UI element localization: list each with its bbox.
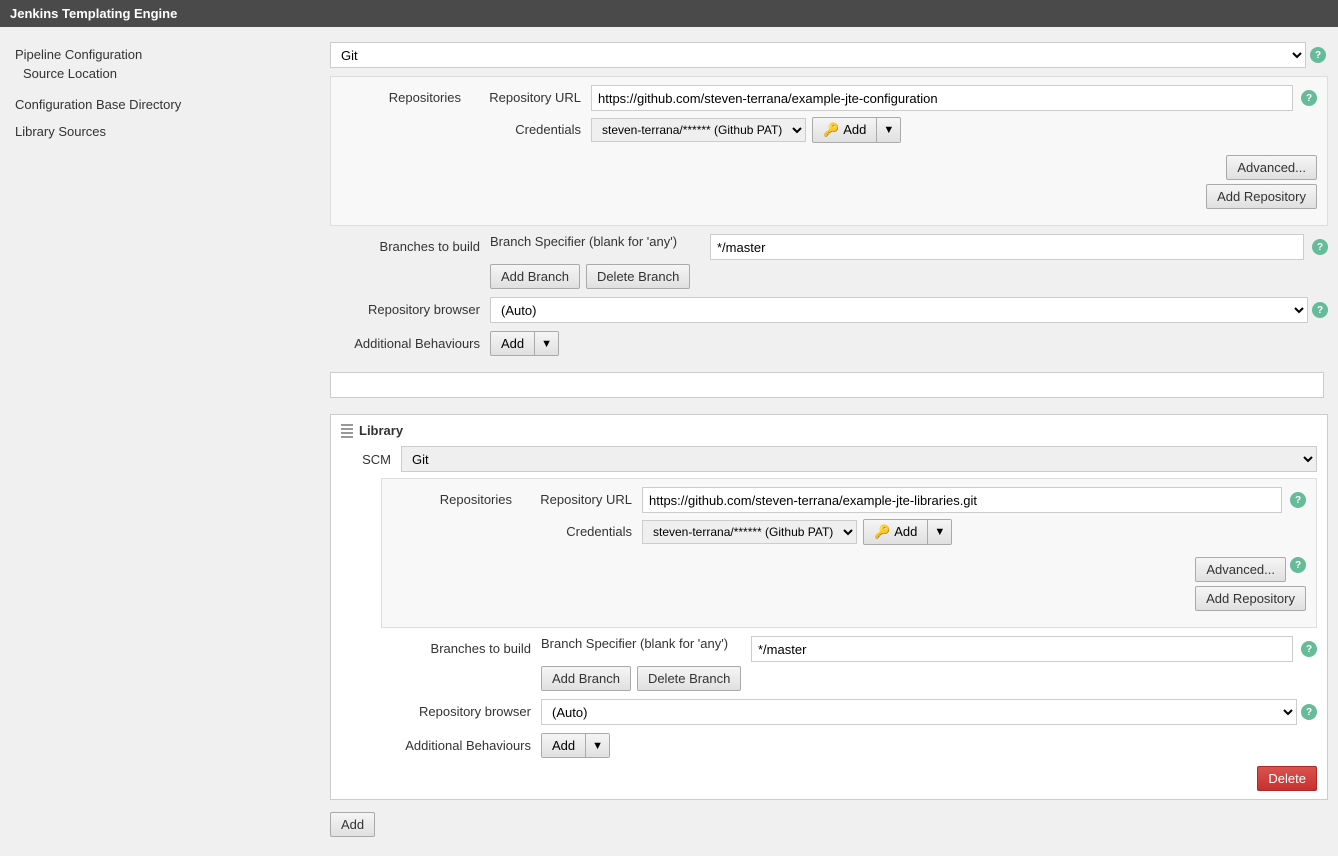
branch-specifier-help-icon[interactable]: ?	[1312, 239, 1328, 255]
lib-add-behaviour-main-button[interactable]: Add	[542, 734, 586, 757]
scm-select[interactable]: Git	[401, 446, 1317, 472]
repo-url-label: Repository URL	[471, 85, 591, 105]
add-footer-button[interactable]: Add	[330, 812, 375, 837]
branch-specifier-input[interactable]: */master	[710, 234, 1304, 260]
lib-credentials-label: Credentials	[522, 519, 642, 539]
add-branch-button[interactable]: Add Branch	[490, 264, 580, 289]
delete-branch-button[interactable]: Delete Branch	[586, 264, 690, 289]
lib-repositories-label: Repositories	[392, 487, 522, 507]
pipeline-config-label: Pipeline Configuration	[15, 47, 305, 62]
repositories-section-label: Repositories	[341, 85, 471, 105]
repo-url-help-icon[interactable]: ?	[1301, 90, 1317, 106]
lib-repo-browser-label: Repository browser	[381, 699, 541, 719]
add-credentials-arrow-button[interactable]: ▼	[877, 118, 900, 142]
lib-branch-specifier-input[interactable]: */master	[751, 636, 1293, 662]
source-type-help-icon[interactable]: ?	[1310, 47, 1326, 63]
lib-credentials-select[interactable]: steven-terrana/****** (Github PAT)	[642, 520, 857, 544]
lib-additional-behaviours-label: Additional Behaviours	[381, 733, 541, 753]
add-behaviour-split-button[interactable]: Add ▼	[490, 331, 559, 356]
branches-to-build-label: Branches to build	[330, 234, 490, 254]
lib-repo-url-label: Repository URL	[522, 487, 642, 507]
source-location-label: Source Location	[23, 66, 305, 81]
credentials-select[interactable]: steven-terrana/****** (Github PAT)	[591, 118, 806, 142]
lib-branch-specifier-help-icon[interactable]: ?	[1301, 641, 1317, 657]
add-behaviour-main-button[interactable]: Add	[491, 332, 535, 355]
lib-repo-browser-select[interactable]: (Auto)	[541, 699, 1297, 725]
add-credentials-main-button[interactable]: 🔑Add	[813, 118, 877, 142]
source-type-select[interactable]: Git	[330, 42, 1306, 68]
repo-browser-label: Repository browser	[330, 297, 490, 317]
drag-handle-icon[interactable]	[341, 424, 353, 438]
config-base-dir-label: Configuration Base Directory	[15, 97, 305, 112]
title-bar: Jenkins Templating Engine	[0, 0, 1338, 27]
library-label: Library	[359, 423, 403, 438]
lib-add-credentials-arrow-button[interactable]: ▼	[928, 520, 951, 544]
lib-branch-specifier-label: Branch Specifier (blank for 'any')	[541, 636, 728, 651]
branch-specifier-label: Branch Specifier (blank for 'any')	[490, 234, 677, 249]
app-title: Jenkins Templating Engine	[10, 6, 177, 21]
add-credentials-split-button[interactable]: 🔑Add ▼	[812, 117, 901, 143]
add-behaviour-arrow-button[interactable]: ▼	[535, 332, 558, 355]
lib-advanced-button[interactable]: Advanced...	[1195, 557, 1286, 582]
lib-add-repository-button[interactable]: Add Repository	[1195, 586, 1306, 611]
lib-repo-url-input[interactable]: https://github.com/steven-terrana/exampl…	[642, 487, 1282, 513]
credentials-label: Credentials	[471, 117, 591, 137]
lib-advanced-help-icon[interactable]: ?	[1290, 557, 1306, 573]
lib-add-credentials-split-button[interactable]: 🔑Add ▼	[863, 519, 952, 545]
add-repository-button[interactable]: Add Repository	[1206, 184, 1317, 209]
lib-add-branch-button[interactable]: Add Branch	[541, 666, 631, 691]
lib-repo-url-help-icon[interactable]: ?	[1290, 492, 1306, 508]
repo-url-input[interactable]: https://github.com/steven-terrana/exampl…	[591, 85, 1293, 111]
repo-browser-select[interactable]: (Auto)	[490, 297, 1308, 323]
lib-repo-browser-help-icon[interactable]: ?	[1301, 704, 1317, 720]
lib-branches-to-build-label: Branches to build	[381, 636, 541, 656]
lib-delete-button[interactable]: Delete	[1257, 766, 1317, 791]
repo-browser-help-icon[interactable]: ?	[1312, 302, 1328, 318]
lib-add-credentials-main-button[interactable]: 🔑Add	[864, 520, 928, 544]
lib-add-behaviour-split-button[interactable]: Add ▼	[541, 733, 610, 758]
config-base-dir-input[interactable]	[330, 372, 1324, 398]
scm-label: SCM	[341, 452, 401, 467]
lib-delete-branch-button[interactable]: Delete Branch	[637, 666, 741, 691]
library-sources-label: Library Sources	[15, 124, 305, 139]
additional-behaviours-label: Additional Behaviours	[330, 331, 490, 351]
advanced-button[interactable]: Advanced...	[1226, 155, 1317, 180]
lib-add-behaviour-arrow-button[interactable]: ▼	[586, 734, 609, 757]
